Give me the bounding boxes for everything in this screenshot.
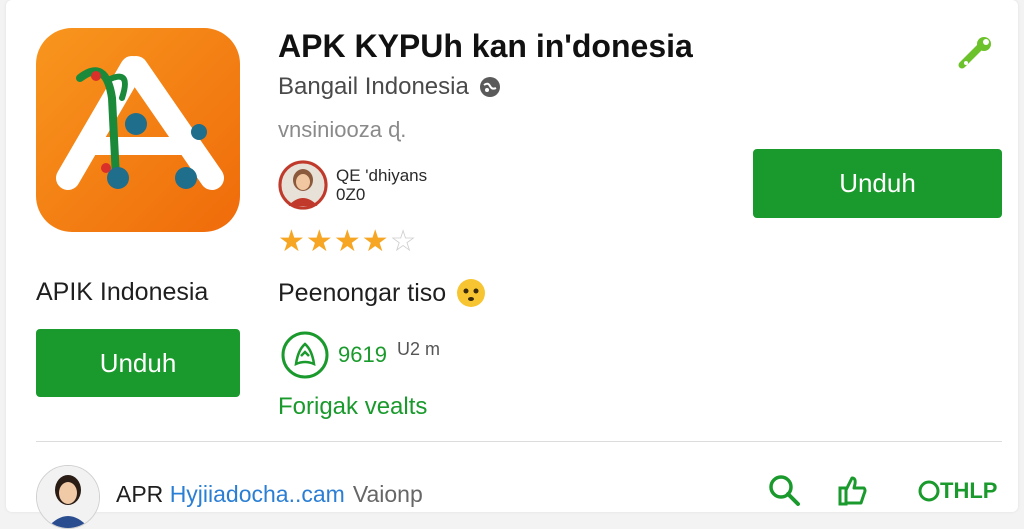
divider — [36, 441, 1002, 442]
app-logo-icon — [36, 28, 240, 232]
footer-link[interactable]: Hyjiiadocha..cam — [170, 481, 345, 507]
help-label: THLP — [940, 478, 998, 503]
help-icon — [918, 480, 940, 502]
star-filled-icon: ★ — [361, 225, 389, 258]
globe-icon — [479, 76, 501, 98]
app-detail-card: APIK Indonesia Unduh APK KYPUh kan in'do… — [6, 0, 1018, 529]
download-button-secondary[interactable]: Unduh — [36, 329, 240, 397]
subtitle-row: Peenongar tiso — [278, 278, 486, 308]
star-empty-icon: ☆ — [389, 225, 417, 258]
rating-stars: ★ ★ ★ ★ ☆ — [278, 226, 417, 258]
star-filled-icon: ★ — [278, 225, 305, 258]
star-filled-icon: ★ — [305, 225, 333, 258]
footer-text-suffix: Vaionp — [352, 481, 423, 507]
developer-row: Bangail Indonesia — [278, 73, 501, 101]
footer-avatar — [36, 465, 100, 529]
star-filled-icon: ★ — [333, 225, 361, 258]
app-title: APK KYPUh kan in'donesia — [278, 28, 693, 64]
wrench-icon[interactable] — [954, 33, 996, 75]
help-button[interactable]: THLP — [918, 478, 997, 504]
downloads-count: 9619 — [338, 342, 387, 367]
footer-text-prefix: APR — [116, 481, 170, 507]
footer-text: APR Hyjiiadocha..cam Vaionp — [116, 481, 423, 508]
thumbs-up-icon[interactable] — [834, 472, 870, 508]
download-button[interactable]: Unduh — [753, 149, 1002, 218]
downloads-row: 9619 U2 m — [280, 330, 440, 380]
app-name-label: APIK Indonesia — [36, 278, 209, 306]
reviewer-line-1: QE 'dhiyans — [336, 166, 428, 185]
version-text: vnsinioozа ɖ. — [278, 117, 407, 142]
smiley-emoji-icon — [456, 278, 486, 308]
reviewer-avatar — [278, 160, 328, 210]
subtitle-text: Peenongar tiso — [278, 278, 447, 307]
details-link[interactable]: Forigak vealts — [278, 393, 427, 421]
developer-name[interactable]: Bangail Indonesia — [278, 73, 469, 101]
search-icon[interactable] — [766, 472, 802, 508]
reviewer-row: QE 'dhiyans 0Z0 — [278, 160, 427, 210]
downloads-unit: U2 m — [396, 338, 440, 359]
reviewer-line-2: 0Z0 — [336, 185, 366, 204]
download-badge-icon — [281, 331, 329, 379]
